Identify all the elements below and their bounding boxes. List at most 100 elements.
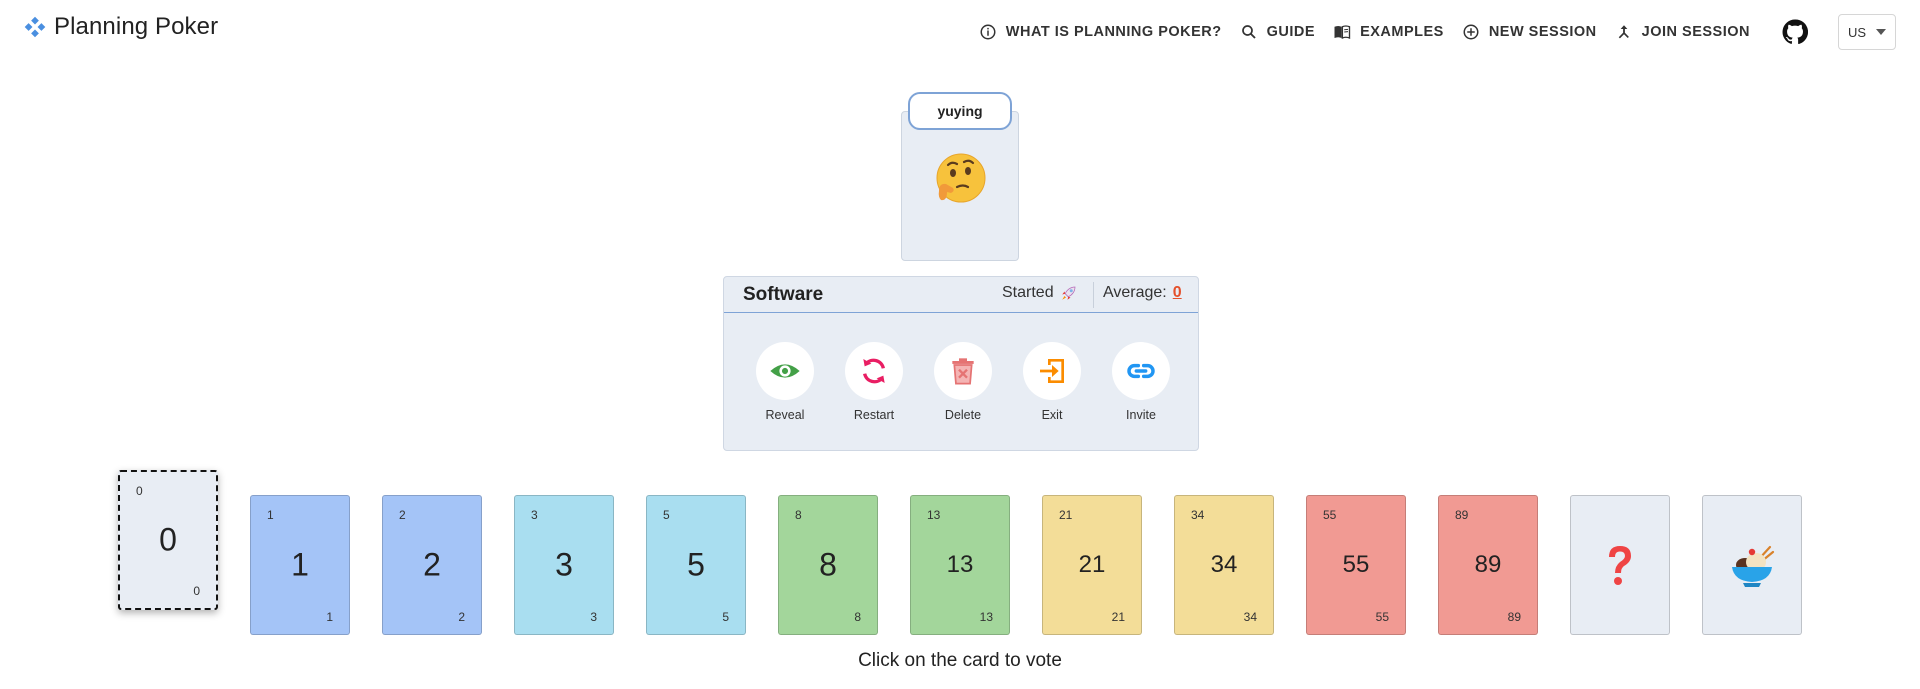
card-corner-value: 89 — [1455, 508, 1469, 522]
card-value: 5 — [687, 546, 705, 583]
card-corner-value: 13 — [927, 508, 941, 522]
card-corner-value: 3 — [531, 508, 538, 522]
card-corner-value: 5 — [663, 508, 670, 522]
nav-examples[interactable]: EXAMPLES — [1333, 23, 1444, 41]
trash-icon — [952, 358, 974, 385]
card-value: 8 — [819, 546, 837, 583]
question-icon — [1609, 546, 1631, 585]
nav-label: EXAMPLES — [1360, 24, 1444, 40]
exit-circle — [1023, 342, 1081, 400]
restart-icon — [863, 358, 885, 384]
reveal-button[interactable]: Reveal — [745, 342, 825, 422]
card-0[interactable]: 0 0 0 — [118, 470, 218, 610]
session-title: Software — [743, 284, 824, 305]
card-corner-value: 34 — [1243, 610, 1257, 624]
average-label: Average: — [1103, 284, 1167, 301]
merge-icon — [1618, 25, 1629, 39]
action-label: Reveal — [765, 408, 805, 422]
player-name: yuying — [908, 92, 1012, 130]
card-2[interactable]: 2 2 2 — [382, 495, 482, 635]
exit-icon — [1040, 359, 1064, 383]
card-corner-value: 1 — [326, 610, 333, 624]
invite-button[interactable]: Invite — [1101, 342, 1181, 422]
card-corner-value: 55 — [1323, 508, 1337, 522]
card-corner-value: 13 — [979, 610, 993, 624]
card-value: 0 — [159, 521, 177, 558]
card-value: 13 — [946, 551, 974, 578]
card-question[interactable] — [1570, 495, 1670, 635]
nav-new-session[interactable]: NEW SESSION — [1462, 23, 1597, 41]
card-value: 34 — [1210, 551, 1238, 578]
logo-icon — [24, 16, 46, 38]
eye-icon — [770, 364, 800, 378]
card-5[interactable]: 5 5 5 — [646, 495, 746, 635]
card-corner-value: 2 — [399, 508, 406, 522]
card-corner-value: 5 — [722, 610, 729, 624]
card-13[interactable]: 13 13 13 — [910, 495, 1010, 635]
session-panel: Software Started Average: 0 Reveal Resta… — [723, 276, 1199, 451]
search-icon — [1241, 25, 1256, 39]
nav-join-session[interactable]: JOIN SESSION — [1615, 23, 1750, 41]
action-label: Restart — [853, 408, 895, 422]
card-89[interactable]: 89 89 89 — [1438, 495, 1538, 635]
link-icon — [1127, 363, 1155, 379]
chevron-down-icon — [1876, 29, 1887, 35]
card-34[interactable]: 34 34 34 — [1174, 495, 1274, 635]
nav-label: NEW SESSION — [1488, 24, 1597, 40]
session-status: Started — [1002, 284, 1078, 302]
book-icon — [1334, 25, 1351, 40]
top-bar: Planning Poker WHAT IS PLANNING POKER? G… — [0, 0, 1920, 62]
card-value: 3 — [555, 546, 573, 583]
card-21[interactable]: 21 21 21 — [1042, 495, 1142, 635]
card-value: 89 — [1474, 551, 1502, 578]
restart-circle — [845, 342, 903, 400]
nav-guide[interactable]: GUIDE — [1240, 23, 1315, 41]
github-icon — [1782, 19, 1808, 44]
nav-label: JOIN SESSION — [1641, 24, 1750, 40]
app-title: Planning Poker — [54, 13, 219, 40]
info-icon — [980, 24, 996, 40]
card-corner-value: 8 — [795, 508, 802, 522]
average-value[interactable]: 0 — [1173, 284, 1182, 301]
plus-circle-icon — [1463, 24, 1479, 40]
card-corner-value: 89 — [1507, 610, 1521, 624]
nav-label: WHAT IS PLANNING POKER? — [1005, 24, 1222, 40]
card-corner-value: 2 — [458, 610, 465, 624]
session-header: Software Started Average: 0 — [724, 277, 1198, 313]
card-corner-value: 55 — [1375, 610, 1389, 624]
nav-label: GUIDE — [1266, 24, 1316, 40]
card-corner-value: 34 — [1191, 508, 1205, 522]
card-coffee-break[interactable] — [1702, 495, 1802, 635]
session-average: Average: 0 — [1103, 284, 1182, 302]
rocket-icon — [1061, 286, 1075, 300]
card-value: 2 — [423, 546, 441, 583]
thinking-face-icon — [936, 153, 986, 203]
action-label: Delete — [944, 408, 982, 422]
card-1[interactable]: 1 1 1 — [250, 495, 350, 635]
card-value: 55 — [1342, 551, 1370, 578]
card-55[interactable]: 55 55 55 — [1306, 495, 1406, 635]
action-label: Invite — [1126, 408, 1156, 422]
card-8[interactable]: 8 8 8 — [778, 495, 878, 635]
delete-button[interactable]: Delete — [923, 342, 1003, 422]
coffee-break-icon — [1732, 545, 1775, 587]
card-3[interactable]: 3 3 3 — [514, 495, 614, 635]
brand[interactable]: Planning Poker — [24, 13, 218, 41]
card-corner-value: 0 — [193, 584, 200, 598]
restart-button[interactable]: Restart — [834, 342, 914, 422]
invite-circle — [1112, 342, 1170, 400]
exit-button[interactable]: Exit — [1012, 342, 1092, 422]
language-value: US — [1847, 24, 1867, 40]
top-nav: WHAT IS PLANNING POKER? GUIDE EXAMPLES N… — [961, 14, 1896, 50]
card-corner-value: 3 — [590, 610, 597, 624]
session-status-text: Started — [1002, 284, 1054, 301]
card-corner-value: 0 — [136, 484, 143, 498]
card-corner-value: 21 — [1111, 610, 1125, 624]
language-select[interactable]: US — [1838, 14, 1896, 50]
divider — [1093, 282, 1094, 308]
delete-circle — [934, 342, 992, 400]
nav-what-is-planning-poker[interactable]: WHAT IS PLANNING POKER? — [979, 23, 1222, 41]
card-corner-value: 21 — [1059, 508, 1073, 522]
github-link[interactable] — [1782, 18, 1810, 46]
vote-hint: Click on the card to vote — [858, 650, 1062, 671]
